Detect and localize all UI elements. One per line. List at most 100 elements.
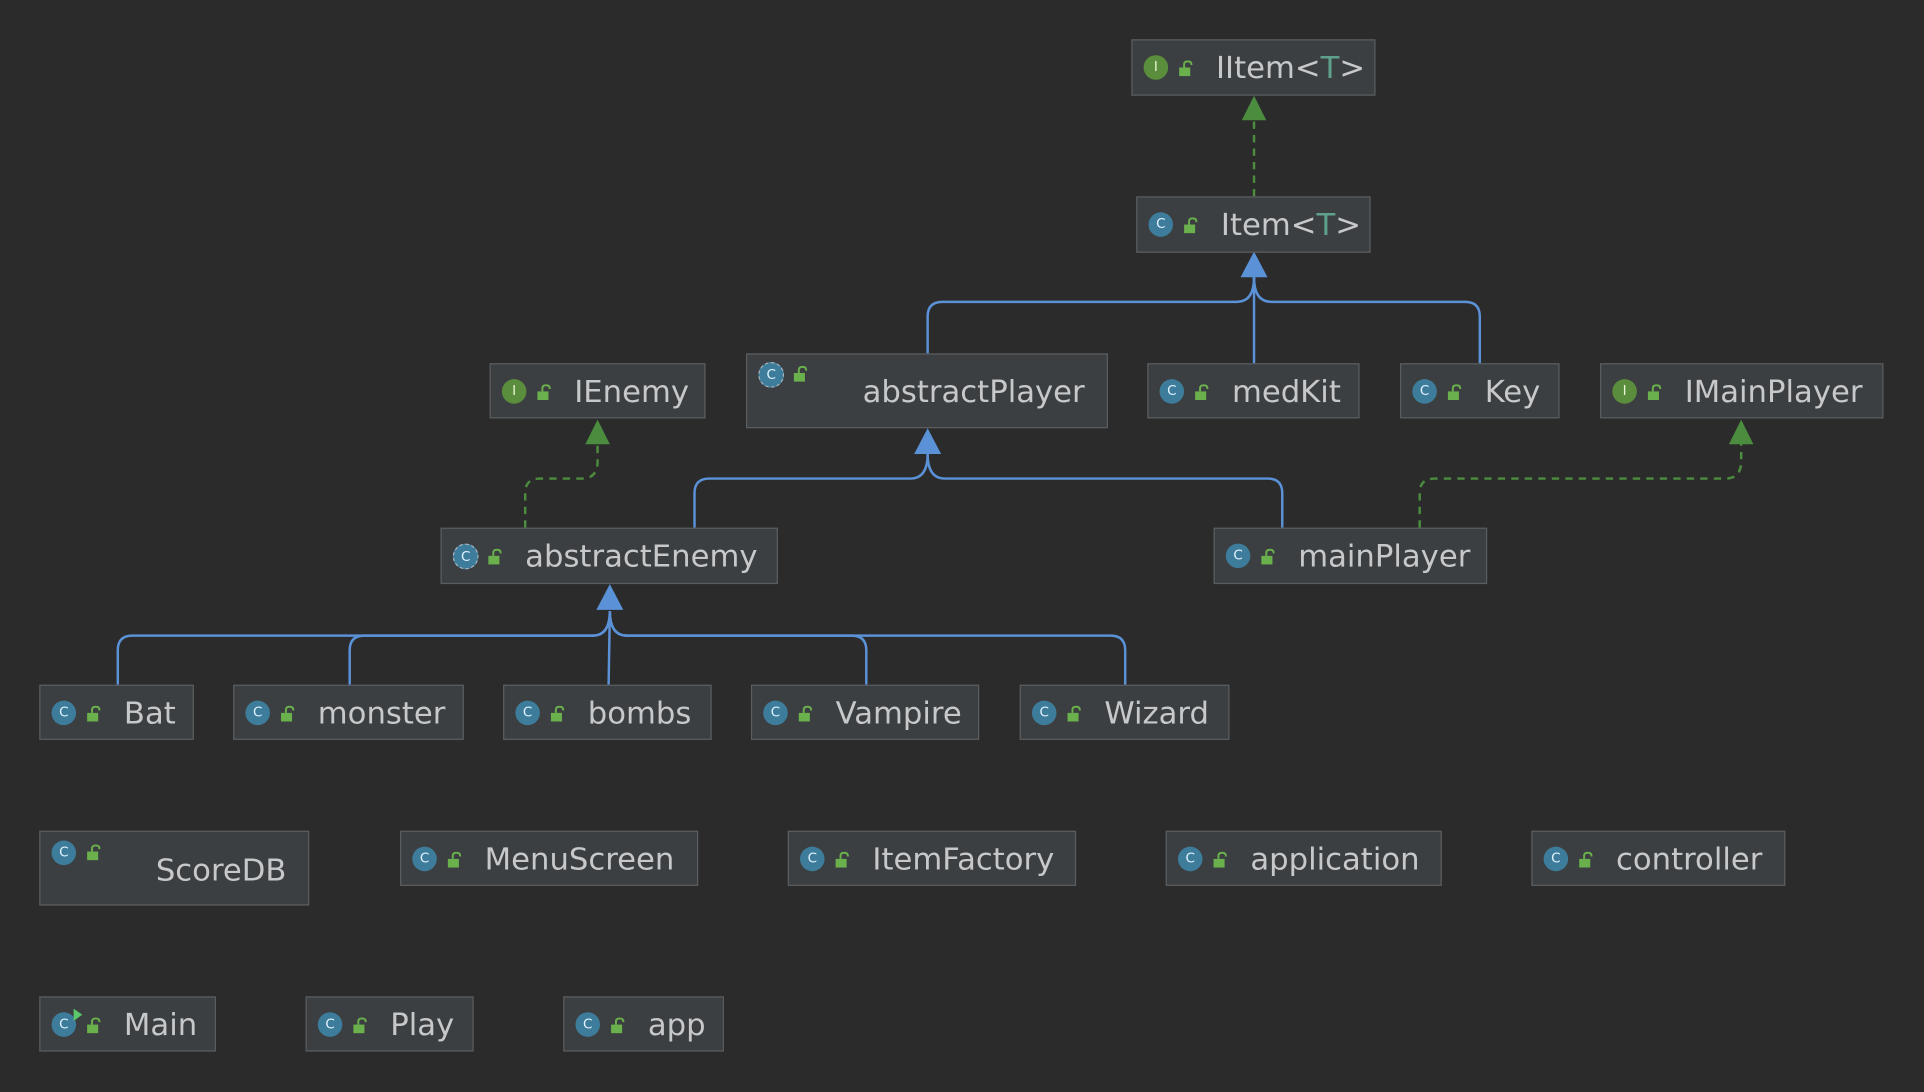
class-icon: C bbox=[763, 700, 788, 726]
class-name: controller bbox=[1616, 840, 1763, 877]
class-node-key[interactable]: C Key bbox=[1400, 363, 1560, 419]
edge-vampire-extends-abstractenemy bbox=[608, 611, 868, 685]
class-name: MenuScreen bbox=[484, 840, 675, 877]
class-icon: C bbox=[1148, 212, 1174, 237]
class-node-menuscreen[interactable]: C MenuScreen bbox=[400, 830, 699, 886]
class-diagram: I IItem<T> C Item<T> I IEnemy C abstract… bbox=[0, 0, 1924, 1092]
class-node-main[interactable]: C Main bbox=[39, 996, 216, 1052]
public-lock-icon bbox=[537, 384, 551, 401]
class-node-vampire[interactable]: C Vampire bbox=[750, 684, 980, 740]
edges-layer bbox=[116, 95, 1754, 685]
public-lock-icon bbox=[1179, 60, 1193, 77]
class-icon: C bbox=[575, 1012, 601, 1037]
class-node-controller[interactable]: C controller bbox=[1531, 830, 1786, 886]
runnable-class-icon: C bbox=[51, 1008, 83, 1037]
class-node-imainplayer[interactable]: I IMainPlayer bbox=[1600, 363, 1884, 419]
class-name: Main bbox=[123, 1006, 198, 1042]
public-lock-icon bbox=[1447, 384, 1462, 401]
class-node-scoredb[interactable]: C ScoreDB bbox=[39, 830, 310, 906]
class-icon: C bbox=[1159, 379, 1185, 404]
class-node-wizard[interactable]: C Wizard bbox=[1019, 684, 1230, 740]
class-name: IMainPlayer bbox=[1684, 373, 1863, 409]
public-lock-icon bbox=[87, 1017, 101, 1034]
class-name: app bbox=[647, 1006, 706, 1042]
public-lock-icon bbox=[1213, 851, 1227, 868]
public-lock-icon bbox=[488, 548, 502, 565]
public-lock-icon bbox=[793, 365, 808, 382]
edge-bat-extends-abstractenemy bbox=[116, 611, 612, 685]
class-name: ScoreDB bbox=[155, 852, 287, 888]
class-node-abstractplayer[interactable]: C abstractPlayer bbox=[746, 353, 1109, 429]
class-node-monster[interactable]: C monster bbox=[233, 684, 464, 740]
class-node-play[interactable]: C Play bbox=[305, 996, 474, 1052]
public-lock-icon bbox=[87, 844, 101, 861]
class-node-iitem[interactable]: I IItem<T> bbox=[1131, 39, 1376, 96]
arrowhead-implements-imainplayer bbox=[1728, 419, 1754, 445]
class-icon: C bbox=[1543, 846, 1569, 872]
class-icon: C bbox=[412, 846, 437, 872]
interface-icon: I bbox=[1612, 379, 1637, 404]
arrowhead-extends-abstractplayer bbox=[914, 428, 942, 455]
interface-icon: I bbox=[501, 379, 527, 404]
public-lock-icon bbox=[835, 851, 849, 868]
arrowhead-implements-ienemy bbox=[585, 419, 610, 445]
edge-abstractenemy-extends-abstractplayer bbox=[693, 453, 929, 528]
class-icon: C bbox=[1412, 379, 1437, 404]
arrowhead-implements-iitem bbox=[1241, 95, 1267, 121]
class-icon: C bbox=[1177, 846, 1203, 872]
class-name: IEnemy bbox=[574, 373, 690, 409]
class-node-item[interactable]: C Item<T> bbox=[1136, 196, 1371, 253]
abstract-class-icon: C bbox=[758, 361, 785, 388]
class-node-medkit[interactable]: C medKit bbox=[1147, 363, 1360, 419]
class-node-itemfactory[interactable]: C ItemFactory bbox=[787, 830, 1077, 886]
public-lock-icon bbox=[87, 705, 101, 722]
class-icon: C bbox=[245, 700, 270, 726]
edge-abstractplayer-extends-item bbox=[926, 277, 1256, 354]
class-icon: C bbox=[51, 840, 77, 866]
public-lock-icon bbox=[550, 705, 565, 722]
edge-bombs-extends-abstractenemy bbox=[607, 611, 612, 685]
public-lock-icon bbox=[611, 1017, 625, 1034]
class-name: IItem<T> bbox=[1215, 49, 1366, 86]
edge-monster-extends-abstractenemy bbox=[348, 611, 612, 685]
class-name: monster bbox=[317, 694, 446, 731]
public-lock-icon bbox=[1067, 705, 1081, 722]
arrowhead-extends-abstractenemy bbox=[596, 584, 624, 610]
class-icon: C bbox=[800, 846, 825, 872]
class-name: mainPlayer bbox=[1298, 538, 1471, 574]
public-lock-icon bbox=[1579, 851, 1593, 868]
class-name: Play bbox=[390, 1006, 455, 1042]
class-name: Bat bbox=[123, 694, 176, 731]
class-name: ItemFactory bbox=[872, 840, 1055, 877]
public-lock-icon bbox=[280, 705, 295, 722]
arrowhead-extends-item bbox=[1240, 251, 1268, 278]
edge-mainplayer-extends-abstractplayer bbox=[926, 453, 1284, 528]
class-name: bombs bbox=[587, 694, 692, 731]
interface-icon: I bbox=[1143, 55, 1169, 80]
public-lock-icon bbox=[1184, 217, 1198, 234]
public-lock-icon bbox=[798, 705, 813, 722]
class-node-bat[interactable]: C Bat bbox=[39, 684, 194, 740]
edge-abstractenemy-implements-ienemy bbox=[523, 441, 599, 528]
class-name: abstractPlayer bbox=[862, 373, 1085, 409]
class-node-app[interactable]: C app bbox=[563, 996, 724, 1052]
class-name: Key bbox=[1484, 373, 1541, 409]
edge-key-extends-item bbox=[1252, 277, 1482, 364]
class-name: Item<T> bbox=[1220, 206, 1361, 243]
class-node-application[interactable]: C application bbox=[1165, 830, 1442, 886]
class-name: abstractEnemy bbox=[525, 538, 758, 574]
class-node-bombs[interactable]: C bombs bbox=[503, 684, 712, 740]
class-icon: C bbox=[317, 1012, 343, 1037]
public-lock-icon bbox=[447, 851, 462, 868]
class-node-abstractenemy[interactable]: C abstractEnemy bbox=[440, 527, 778, 585]
public-lock-icon bbox=[1195, 384, 1209, 401]
public-lock-icon bbox=[1647, 384, 1662, 401]
abstract-class-icon: C bbox=[452, 543, 479, 570]
public-lock-icon bbox=[1261, 548, 1275, 565]
class-name: Vampire bbox=[835, 694, 962, 731]
class-node-mainplayer[interactable]: C mainPlayer bbox=[1213, 527, 1488, 585]
class-name: medKit bbox=[1231, 373, 1341, 409]
public-lock-icon bbox=[353, 1017, 367, 1034]
class-icon: C bbox=[51, 700, 77, 726]
class-node-ienemy[interactable]: I IEnemy bbox=[489, 363, 706, 419]
